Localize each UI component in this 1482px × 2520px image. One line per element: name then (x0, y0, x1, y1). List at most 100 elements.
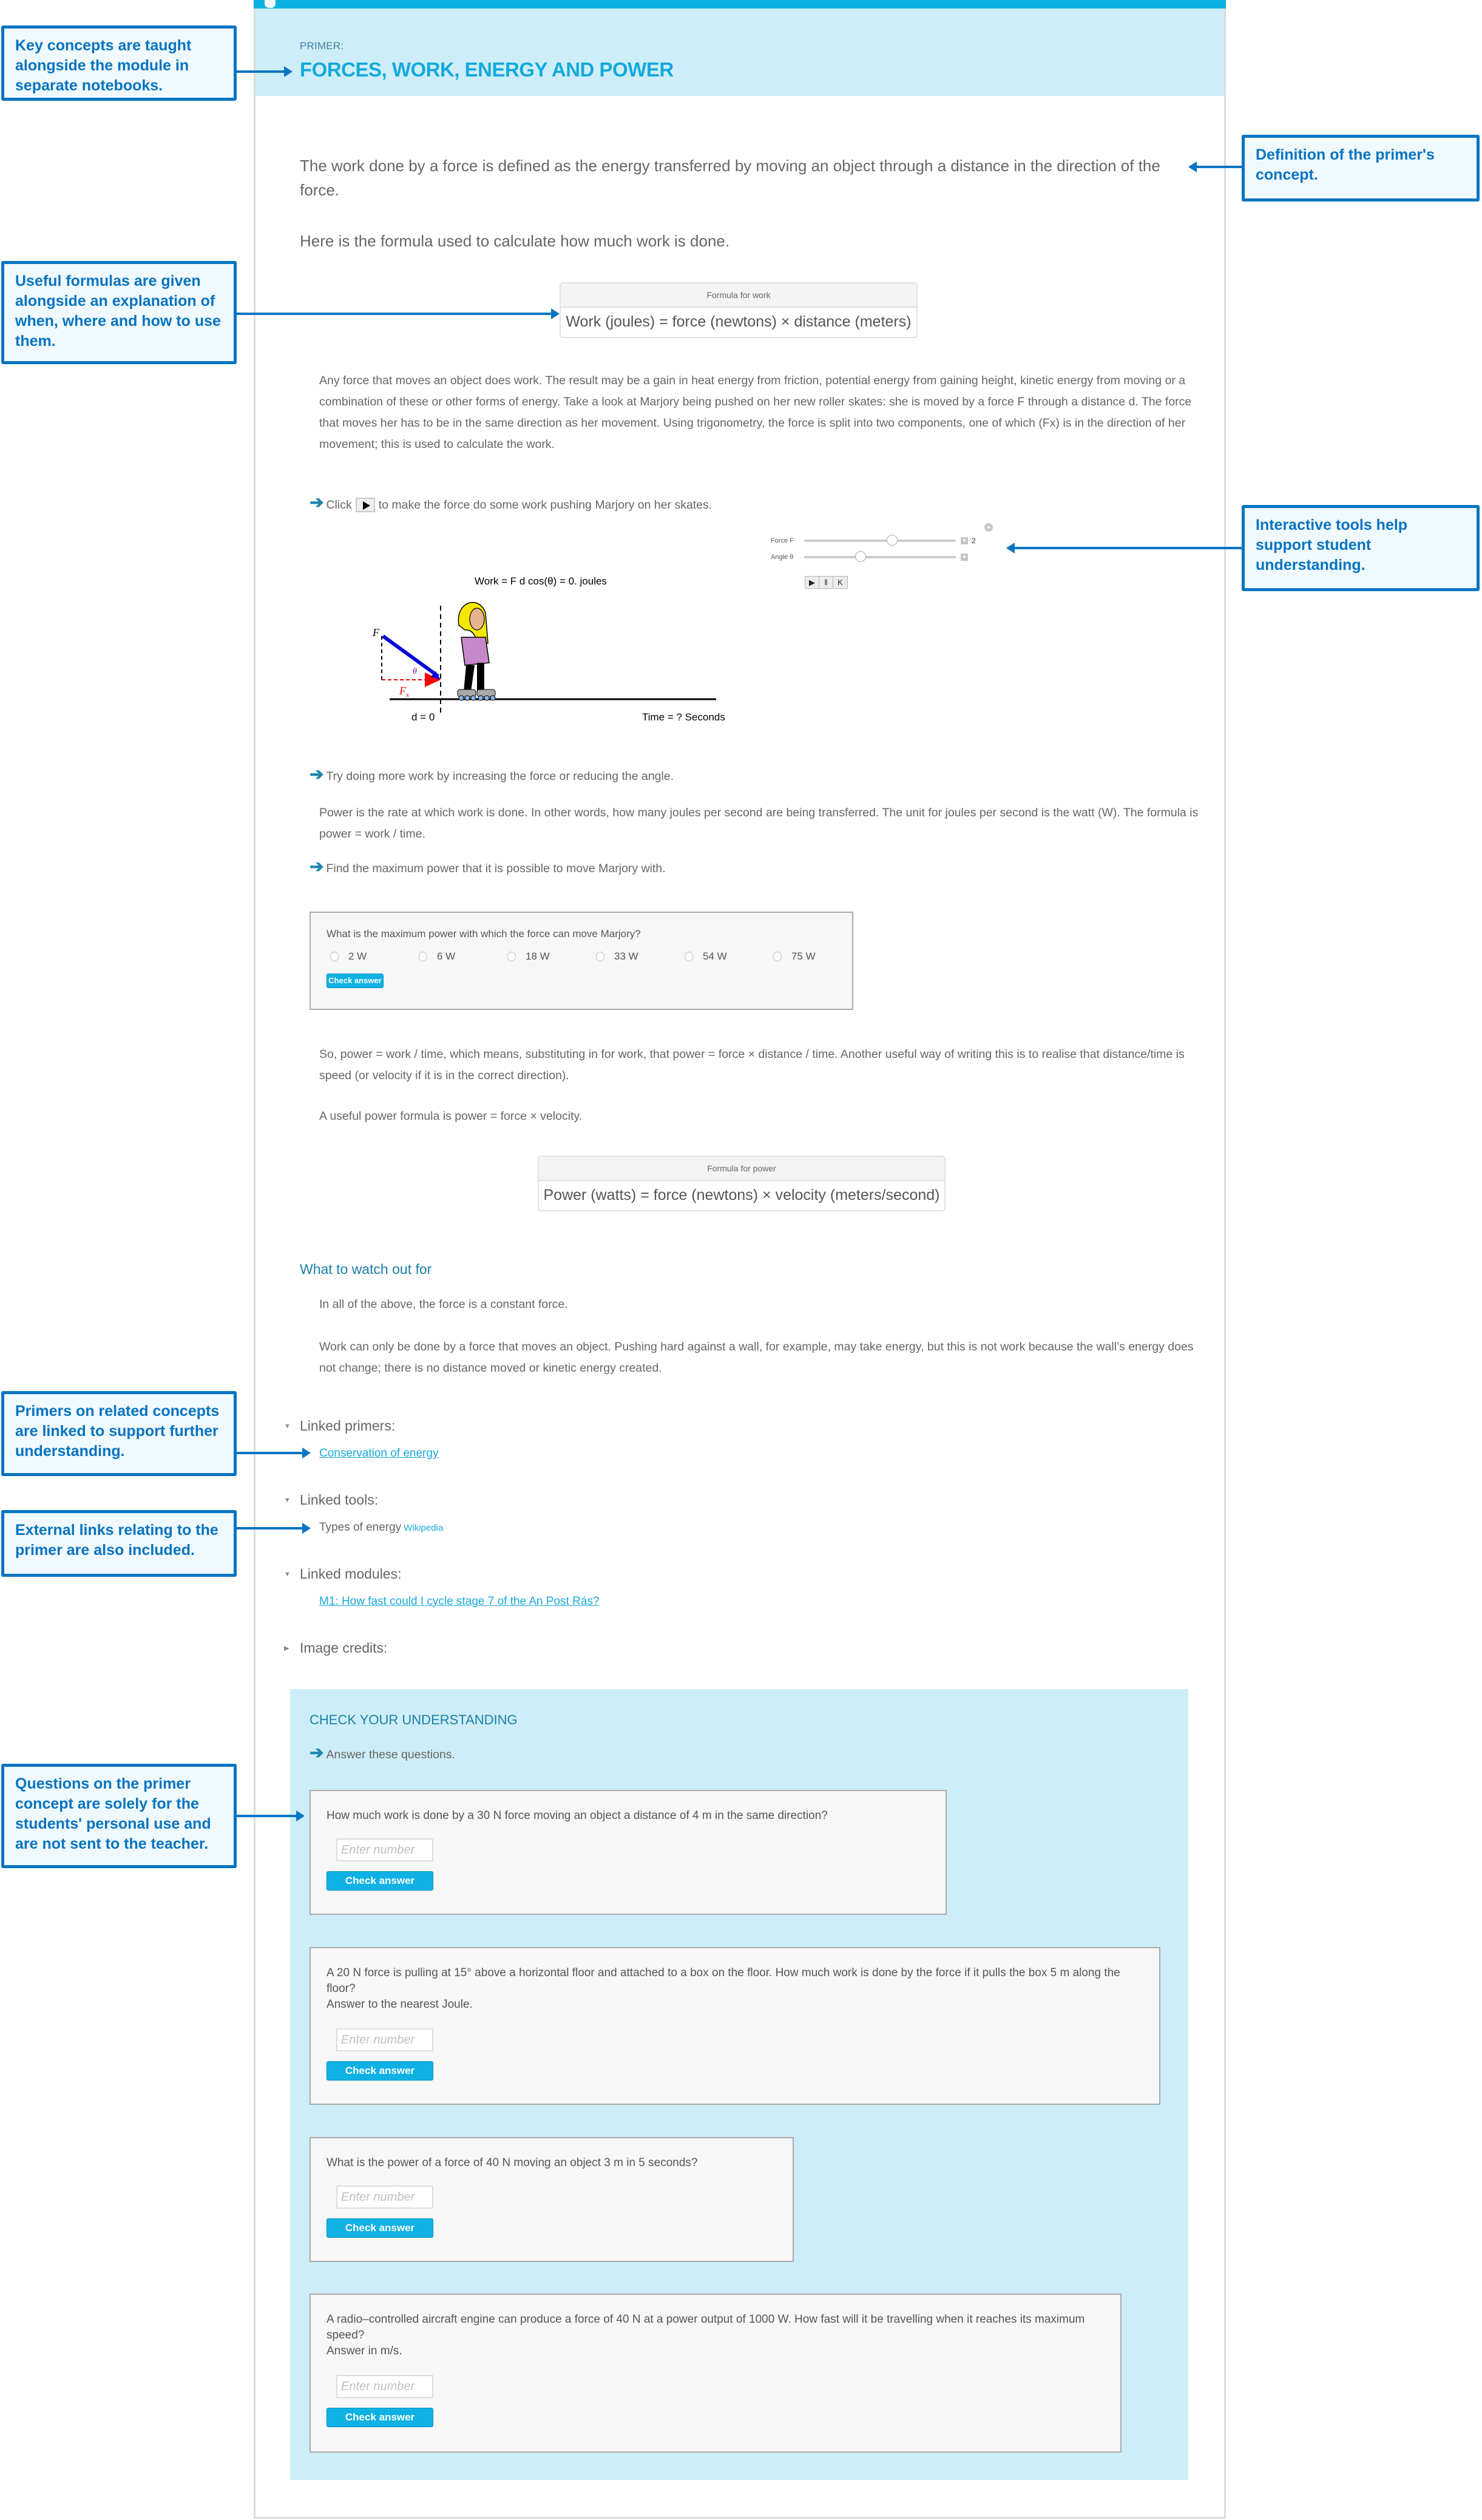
mc-option[interactable]: 18 W (507, 950, 596, 963)
question-4-input[interactable] (336, 2375, 433, 2398)
force-slider[interactable] (804, 535, 956, 546)
question-2-input[interactable] (336, 2028, 433, 2051)
instruction-click: ➔ Click to make the force do some work p… (310, 494, 712, 512)
question-4-check-button[interactable]: Check answer (327, 2408, 433, 2427)
watch-out-p2: Work can only be done by a force that mo… (319, 1340, 1194, 1375)
linked-tool-label: Types of energy (319, 1521, 402, 1534)
wikipedia-link[interactable]: Wikipedia (404, 1523, 443, 1533)
collapsed-triangle-icon: ▶ (284, 1645, 289, 1652)
instruction-find-max: ➔ Find the maximum power that it is poss… (310, 856, 666, 876)
question-1-check-button[interactable]: Check answer (327, 1871, 433, 1891)
radio-button[interactable] (419, 952, 427, 961)
linked-primers-title: Linked primers: (300, 1418, 396, 1434)
distance-label: d = 0 (411, 711, 435, 723)
callout-key-concepts: Key concepts are taught alongside the mo… (1, 25, 237, 101)
force-slider-thumb[interactable] (887, 535, 898, 546)
linked-tools-title: Linked tools: (300, 1492, 379, 1508)
animation-controls: ▶ ‖ K (805, 576, 848, 589)
linked-primers-toggle[interactable]: ▼ Linked primers: (284, 1418, 395, 1434)
force-expand-icon[interactable]: + (961, 537, 968, 544)
mc-option-label: 33 W (614, 950, 638, 962)
question-3-input[interactable] (336, 2186, 433, 2209)
check-understanding-title: CHECK YOUR UNDERSTANDING (310, 1712, 518, 1727)
angle-slider[interactable] (804, 551, 956, 562)
question-3-check-button[interactable]: Check answer (327, 2218, 433, 2238)
reset-icon: K (837, 578, 843, 587)
angle-label: θ (413, 667, 417, 676)
formula-power-body: Power (watts) = force (newtons) × veloci… (543, 1187, 940, 1204)
question-card-1: How much work is done by a 30 N force mo… (310, 1790, 947, 1915)
paragraph-so-power: So, power = work / time, which means, su… (319, 1048, 1185, 1082)
callout-questions-line (237, 1815, 297, 1817)
watch-out-p1: In all of the above, the force is a cons… (319, 1298, 568, 1311)
mc-option[interactable]: 6 W (419, 950, 507, 963)
mc-question: What is the maximum power with which the… (327, 928, 641, 940)
question-card-3: What is the power of a force of 40 N mov… (310, 2137, 794, 2262)
callout-interactive: Interactive tools help support student u… (1242, 505, 1480, 591)
question-3-text: What is the power of a force of 40 N mov… (327, 2156, 698, 2169)
formula-work-heading: Formula for work (561, 283, 916, 308)
work-equation: Work = F d cos(θ) = 0. joules (475, 575, 607, 587)
mc-option[interactable]: 33 W (596, 950, 685, 963)
linked-modules-toggle[interactable]: ▼ Linked modules: (284, 1566, 402, 1582)
callout-formulas: Useful formulas are given alongside an e… (1, 261, 237, 364)
formula-power-box: Formula for power Power (watts) = force … (538, 1156, 946, 1211)
watch-out-title: What to watch out for (300, 1261, 432, 1277)
callout-arrow-icon (1188, 161, 1197, 172)
fx-label: Fx (399, 685, 409, 699)
linked-tool-item: Types of energy Wikipedia (319, 1521, 443, 1534)
mc-option[interactable]: 54 W (685, 950, 773, 963)
radio-button[interactable] (773, 952, 782, 961)
force-slider-label: Force F (771, 537, 794, 544)
force-slider-row: Force F + 2 (771, 535, 976, 546)
mc-check-answer-button[interactable]: Check answer (327, 974, 384, 988)
mc-option-label: 6 W (437, 950, 456, 962)
callout-arrow-icon (1006, 543, 1015, 554)
formula-work-body: Work (joules) = force (newtons) × distan… (566, 313, 912, 330)
radio-button[interactable] (685, 952, 693, 961)
radio-button[interactable] (330, 952, 339, 961)
instruction-arrow-icon: ➔ (310, 856, 324, 876)
force-vector (382, 634, 439, 678)
radio-button[interactable] (507, 952, 516, 961)
angle-slider-label: Angle θ (771, 554, 794, 561)
play-button[interactable]: ▶ (805, 577, 819, 588)
linked-primer-link[interactable]: Conservation of energy (319, 1447, 438, 1460)
linked-module-link[interactable]: M1: How fast could I cycle stage 7 of th… (319, 1595, 600, 1608)
question-1-input[interactable] (336, 1838, 433, 1861)
question-2-body: A 20 N force is pulling at 15° above a h… (327, 1966, 1120, 1995)
menu-tab-icon[interactable] (265, 0, 276, 8)
radio-button[interactable] (596, 952, 604, 961)
pause-button[interactable]: ‖ (819, 577, 833, 588)
mc-option-label: 2 W (348, 950, 367, 962)
reset-button[interactable]: K (833, 577, 847, 588)
linked-tools-toggle[interactable]: ▼ Linked tools: (284, 1492, 378, 1508)
callout-arrow-icon (296, 1810, 305, 1821)
mc-option[interactable]: 2 W (330, 950, 419, 963)
angle-slider-thumb[interactable] (854, 551, 866, 562)
expanded-triangle-icon: ▼ (284, 1570, 291, 1578)
question-2-check-button[interactable]: Check answer (327, 2061, 433, 2081)
paragraph-power-definition: Power is the rate at which work is done.… (319, 806, 1199, 841)
paragraph-any-force: Any force that moves an object does work… (319, 374, 1192, 451)
mc-options: 2 W 6 W 18 W 33 W 54 W 75 W (330, 950, 862, 963)
angle-expand-icon[interactable]: + (961, 554, 968, 561)
callout-definition-line (1197, 166, 1242, 168)
callout-arrow-icon (284, 66, 293, 77)
formula-work-box: Formula for work Work (joules) = force (… (560, 282, 918, 338)
force-value: 2 (972, 537, 976, 545)
question-card-4: A radio–controlled aircraft engine can p… (310, 2294, 1122, 2453)
question-4-note: Answer in m/s. (327, 2345, 402, 2357)
callout-arrow-icon (302, 1448, 311, 1458)
instruction-arrow-icon: ➔ (310, 1743, 324, 1762)
paragraph-useful-power: A useful power formula is power = force … (319, 1109, 583, 1123)
top-bar (254, 0, 1226, 8)
definition-text: The work done by a force is defined as t… (300, 157, 1160, 199)
image-credits-toggle[interactable]: ▶ Image credits: (284, 1640, 387, 1656)
callout-external-links-line (237, 1527, 303, 1529)
expanded-triangle-icon: ▼ (284, 1422, 291, 1430)
question-card-2: A 20 N force is pulling at 15° above a h… (310, 1947, 1160, 2105)
question-2-note: Answer to the nearest Joule. (327, 1998, 473, 2011)
mc-option[interactable]: 75 W (773, 950, 862, 963)
callout-arrow-icon (302, 1523, 311, 1534)
